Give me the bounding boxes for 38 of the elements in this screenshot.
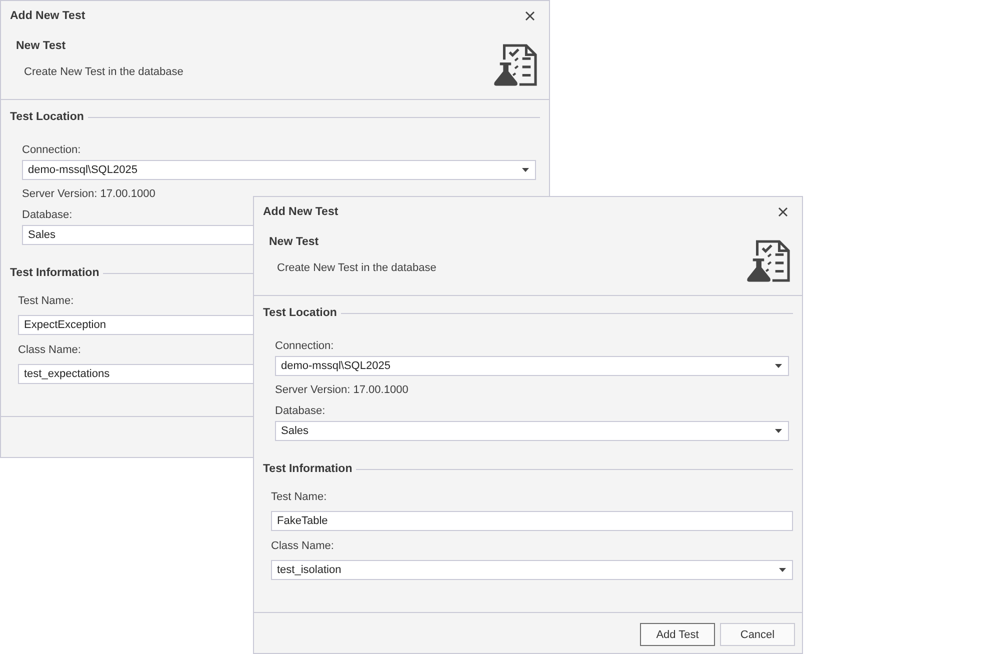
dropdown-field[interactable]: demo-mssql\SQL2025	[275, 356, 789, 376]
dropdown-field[interactable]: demo-mssql\SQL2025	[22, 160, 536, 180]
field-label: Database:	[22, 208, 72, 222]
dialog-title: Add New Test	[10, 8, 86, 22]
field-label: Test Name:	[271, 490, 327, 504]
text-field[interactable]: FakeTable	[271, 511, 793, 531]
section-title: Test Location	[10, 110, 84, 124]
field-label: Database:	[275, 404, 326, 418]
footer-button[interactable]: Add Test	[640, 623, 715, 646]
dialog-title: Add New Test	[263, 204, 338, 218]
field-label: Connection:	[22, 143, 81, 157]
caret-icon[interactable]	[522, 168, 529, 172]
flask-checklist-icon	[747, 240, 790, 282]
text-field[interactable]: ExpectException	[18, 315, 254, 335]
field-label: Class Name:	[271, 539, 334, 553]
dropdown-field[interactable]: test_isolation	[271, 560, 793, 580]
header-description: Create New Test in the database	[276, 261, 436, 275]
text-field[interactable]: Sales	[22, 225, 254, 245]
close-icon[interactable]	[778, 206, 788, 216]
section-title: Test Information	[263, 462, 352, 476]
section-title: Test Information	[10, 266, 100, 280]
section-title: Test Location	[263, 306, 337, 320]
dropdown-field[interactable]: Sales	[275, 421, 789, 441]
close-icon[interactable]	[525, 10, 535, 20]
caret-icon[interactable]	[779, 568, 786, 572]
field-label: Class Name:	[18, 343, 81, 357]
info-text: Server Version: 17.00.1000	[275, 383, 408, 397]
field-label: Test Name:	[18, 294, 74, 308]
header-description: Create New Test in the database	[23, 65, 184, 79]
header-title: New Test	[269, 235, 320, 249]
caret-icon[interactable]	[775, 429, 782, 433]
footer-button[interactable]: Cancel	[720, 623, 795, 646]
info-text: Server Version: 17.00.1000	[22, 187, 156, 201]
field-label: Connection:	[275, 339, 334, 353]
flask-checklist-icon	[494, 44, 537, 86]
text-field[interactable]: test_expectations	[18, 364, 254, 384]
header-title: New Test	[16, 39, 67, 53]
caret-icon[interactable]	[775, 364, 782, 368]
